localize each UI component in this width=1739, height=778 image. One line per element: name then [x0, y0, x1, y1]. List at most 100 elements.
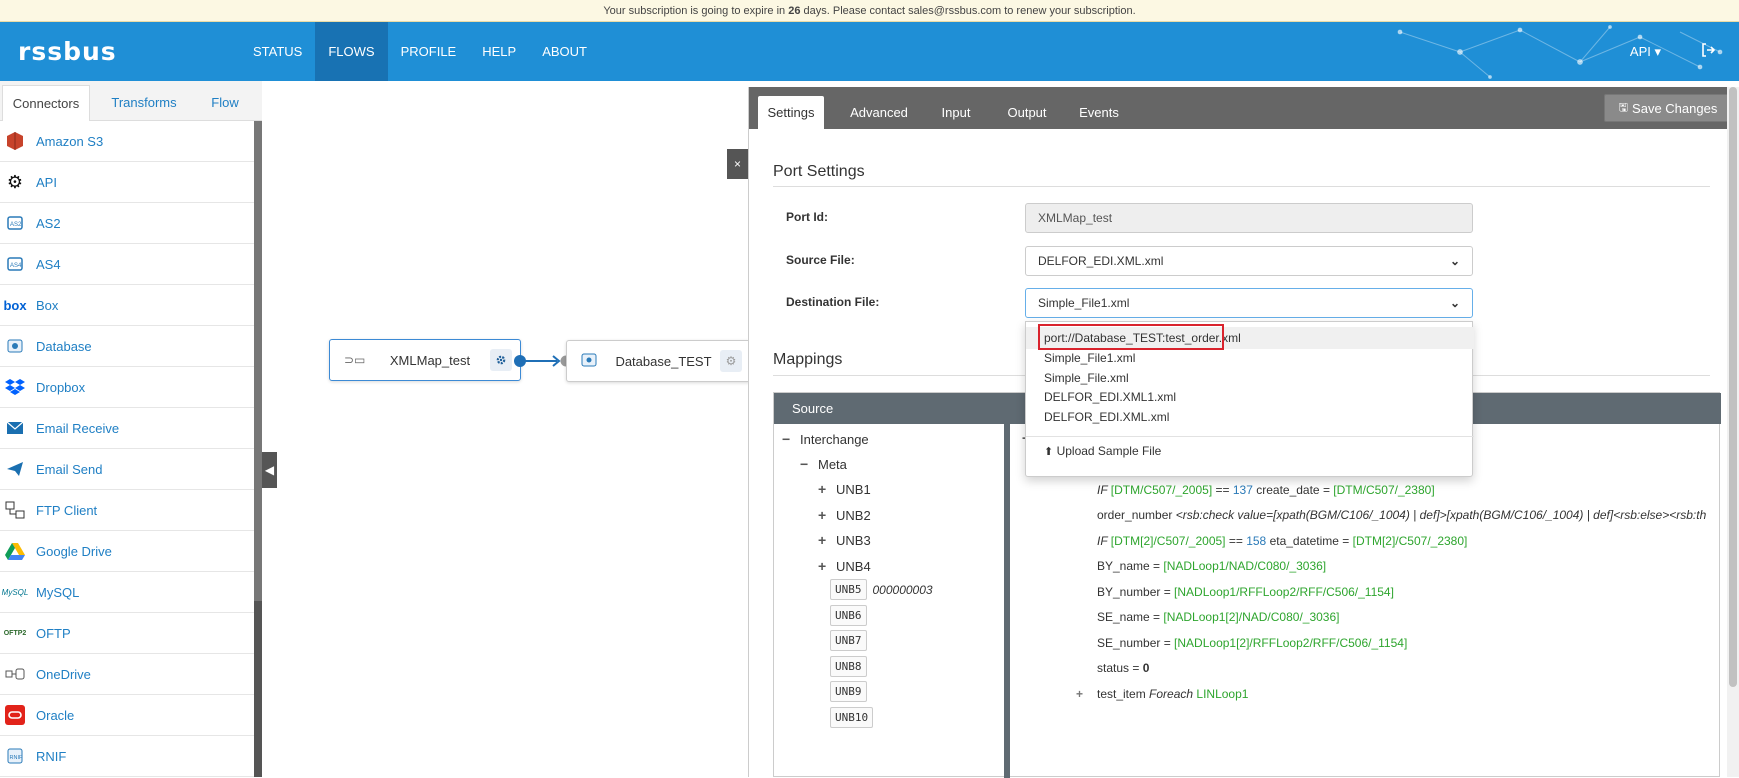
tab-events[interactable]: Events	[1069, 96, 1129, 129]
connector-as4[interactable]: AS4 AS4	[0, 244, 254, 285]
envelope-icon	[4, 417, 26, 439]
tree-node-unb3[interactable]: + UNB3	[818, 532, 871, 548]
tree-leaf-unb9[interactable]: UNB9	[830, 681, 867, 702]
nav-about[interactable]: ABOUT	[529, 22, 600, 81]
mapping-status[interactable]: status = 0	[1097, 661, 1149, 675]
flow-node-xmlmap[interactable]: ⊃▭ XMLMap_test	[329, 339, 521, 381]
connector-oftp[interactable]: OFTP2 OFTP	[0, 613, 254, 654]
connector-email-send[interactable]: Email Send	[0, 449, 254, 490]
rnif-icon: RNIF	[4, 745, 26, 767]
ftp-icon	[4, 499, 26, 521]
tab-advanced[interactable]: Advanced	[839, 96, 919, 129]
connector-onedrive[interactable]: OneDrive	[0, 654, 254, 695]
tree-leaf-unb6[interactable]: UNB6	[830, 605, 867, 626]
connector-api[interactable]: ⚙ API	[0, 162, 254, 203]
node-gear-icon[interactable]	[490, 349, 512, 371]
nav-help[interactable]: HELP	[469, 22, 529, 81]
amazon-s3-icon	[4, 130, 26, 152]
collapse-icon[interactable]: −	[782, 431, 800, 447]
connector-amazon-s3[interactable]: Amazon S3	[0, 121, 254, 162]
mapping-se-name[interactable]: SE_name = [NADLoop1[2]/NAD/C080/_3036]	[1097, 610, 1339, 624]
dropdown-option-delfor-xml1[interactable]: DELFOR_EDI.XML1.xml	[1026, 386, 1474, 408]
tab-transforms[interactable]: Transforms	[98, 85, 190, 121]
tree-leaf-unb10[interactable]: UNB10	[830, 707, 874, 728]
mapping-by-name[interactable]: BY_name = [NADLoop1/NAD/C080/_3036]	[1097, 559, 1326, 573]
mapping-create-date[interactable]: IF [DTM/C507/_2005] == 137 create_date =…	[1097, 483, 1435, 497]
nav-flows[interactable]: FLOWS	[315, 22, 388, 81]
source-header: Source	[792, 401, 834, 416]
tree-node-unb4[interactable]: + UNB4	[818, 558, 871, 574]
mapping-by-number[interactable]: BY_number = [NADLoop1/RFFLoop2/RFF/C506/…	[1097, 585, 1394, 599]
left-scrollbar-thumb[interactable]	[254, 121, 262, 601]
tree-leaf-unb7[interactable]: UNB7	[830, 630, 867, 651]
banner-prefix: Your subscription is going to expire in	[603, 5, 789, 17]
connector-list: Amazon S3 ⚙ API AS2 AS2 AS4 AS4 box Box …	[0, 121, 254, 777]
mappings-title: Mappings	[773, 351, 843, 368]
tab-flow[interactable]: Flow	[196, 85, 254, 121]
collapse-icon[interactable]: −	[800, 456, 818, 472]
dropdown-option-simple-file1[interactable]: Simple_File1.xml	[1026, 347, 1474, 369]
nav-status[interactable]: STATUS	[240, 22, 315, 81]
nav-profile[interactable]: PROFILE	[388, 22, 470, 81]
chevron-left-icon: ◀	[264, 463, 275, 477]
tree-leaf-unb8[interactable]: UNB8	[830, 656, 867, 677]
database-node-icon	[581, 353, 607, 370]
connector-box[interactable]: box Box	[0, 285, 254, 326]
node-label: Database_TEST	[615, 353, 712, 369]
port-id-field[interactable]: XMLMap_test	[1025, 203, 1473, 233]
tree-leaf-unb5[interactable]: UNB5 000000003	[830, 579, 933, 600]
flow-node-database[interactable]: Database_TEST ⚙	[566, 340, 751, 382]
rssbus-logo[interactable]: rssbus	[18, 37, 117, 66]
banner-suffix: days. Please contact sales@rssbus.com to…	[800, 5, 1136, 17]
expand-icon[interactable]: +	[818, 507, 836, 523]
node-gear-icon[interactable]: ⚙	[720, 350, 742, 372]
tree-node-interchange[interactable]: − Interchange	[782, 431, 869, 447]
api-menu[interactable]: API ▾	[1630, 44, 1661, 60]
connector-email-receive[interactable]: Email Receive	[0, 408, 254, 449]
connectors-panel: Connectors Transforms Flow Amazon S3 ⚙ A…	[0, 81, 262, 777]
tab-output[interactable]: Output	[997, 96, 1057, 129]
settings-tabs: Settings Advanced Input Output Events 🖫 …	[749, 87, 1739, 129]
connector-oracle[interactable]: Oracle	[0, 695, 254, 736]
source-file-select[interactable]: DELFOR_EDI.XML.xml ⌄	[1025, 246, 1473, 276]
expand-icon[interactable]: +	[818, 558, 836, 574]
connector-google-drive[interactable]: Google Drive	[0, 531, 254, 572]
connector-mysql[interactable]: MySQL MySQL	[0, 572, 254, 613]
connector-ftp-client[interactable]: FTP Client	[0, 490, 254, 531]
close-button[interactable]: ×	[727, 149, 748, 179]
port-settings-title: Port Settings	[773, 163, 865, 180]
mappings-splitter[interactable]	[1004, 393, 1010, 778]
right-scrollbar-thumb[interactable]	[1729, 87, 1737, 687]
main-nav: STATUS FLOWS PROFILE HELP ABOUT	[240, 22, 600, 81]
svg-text:AS2: AS2	[10, 222, 22, 228]
mapping-order-number[interactable]: order_number <rsb:check value=[xpath(BGM…	[1097, 508, 1706, 522]
right-scrollbar[interactable]	[1727, 87, 1739, 777]
svg-text:RNIF: RNIF	[10, 755, 23, 761]
destination-file-select[interactable]: Simple_File1.xml ⌄	[1025, 288, 1473, 318]
connector-as2[interactable]: AS2 AS2	[0, 203, 254, 244]
dropdown-option-delfor-xml[interactable]: DELFOR_EDI.XML.xml	[1026, 406, 1474, 428]
save-changes-button[interactable]: 🖫 Save Changes	[1604, 94, 1732, 122]
mapping-eta-datetime[interactable]: IF [DTM[2]/C507/_2005] == 158 eta_dateti…	[1097, 534, 1467, 548]
expand-icon[interactable]: +	[818, 481, 836, 497]
expand-icon[interactable]: +	[1076, 687, 1083, 701]
tab-connectors[interactable]: Connectors	[2, 85, 90, 121]
tree-node-unb1[interactable]: + UNB1	[818, 481, 871, 497]
left-tabs: Connectors Transforms Flow	[0, 81, 262, 121]
tab-input[interactable]: Input	[931, 96, 981, 129]
connector-dropbox[interactable]: Dropbox	[0, 367, 254, 408]
tree-node-unb2[interactable]: + UNB2	[818, 507, 871, 523]
connector-rnif[interactable]: RNIF RNIF	[0, 736, 254, 777]
upload-sample-file-button[interactable]: ⬆ Upload Sample File	[1044, 444, 1161, 458]
tree-node-meta[interactable]: − Meta	[800, 456, 847, 472]
left-scrollbar[interactable]	[254, 121, 262, 777]
expand-icon[interactable]: +	[818, 532, 836, 548]
tab-settings[interactable]: Settings	[758, 96, 824, 129]
top-header: rssbus STATUS FLOWS PROFILE HELP ABOUT A…	[0, 22, 1739, 81]
logout-icon[interactable]	[1701, 43, 1727, 60]
mapping-test-item[interactable]: test_item Foreach LINLoop1	[1097, 687, 1248, 701]
divider	[773, 186, 1710, 187]
connector-database[interactable]: Database	[0, 326, 254, 367]
collapse-panel-button[interactable]: ◀	[262, 452, 277, 488]
mapping-se-number[interactable]: SE_number = [NADLoop1[2]/RFFLoop2/RFF/C5…	[1097, 636, 1407, 650]
